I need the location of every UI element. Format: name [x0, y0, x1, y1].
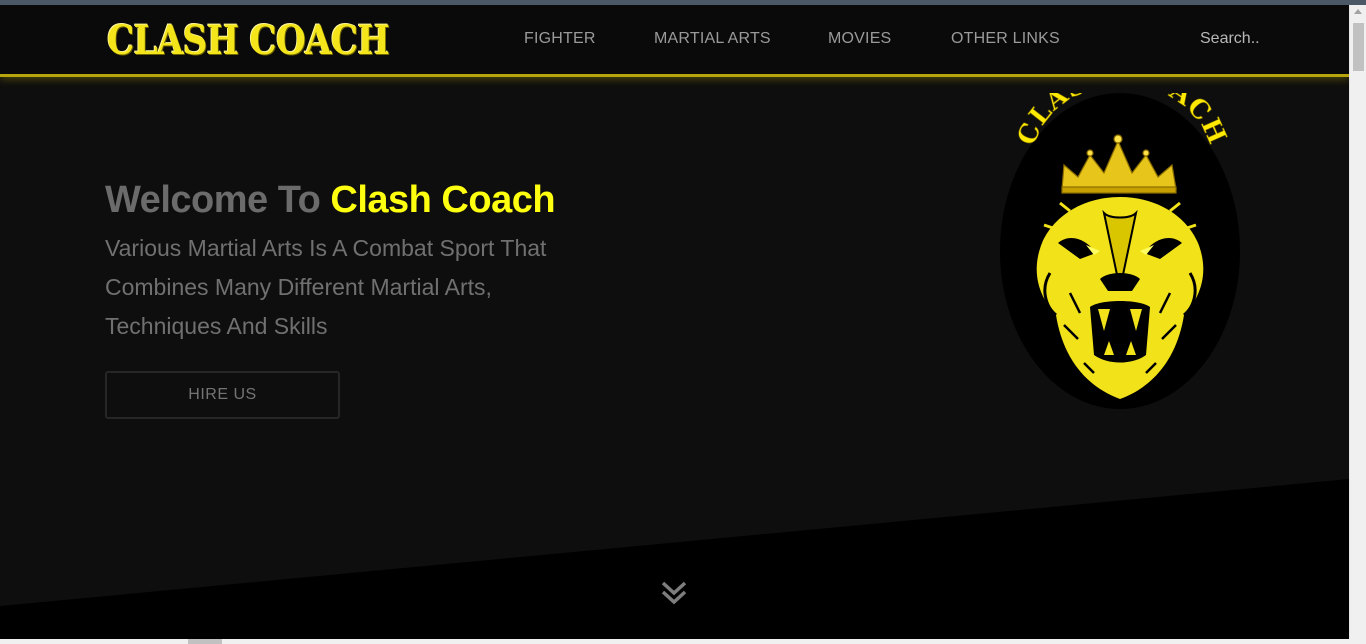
hero-description: Various Martial Arts Is A Combat Sport T… [105, 235, 547, 339]
chevrons-down-icon[interactable] [659, 577, 689, 607]
nav-item-movies[interactable]: MOVIES [828, 30, 891, 48]
horizontal-scrollbar[interactable] [0, 639, 1366, 644]
search-input[interactable] [1190, 25, 1300, 53]
scrollbar-thumb[interactable] [1353, 23, 1364, 71]
nav-item-other-links[interactable]: OTHER LINKS [951, 30, 1060, 48]
navbar: CLASH COACH FIGHTER MARTIAL ARTS MOVIES … [0, 5, 1349, 77]
hire-us-button[interactable]: HIRE US [105, 371, 340, 419]
site-logo[interactable]: CLASH COACH [107, 18, 390, 64]
scroll-up-icon[interactable] [1354, 9, 1362, 14]
vertical-scrollbar[interactable] [1349, 5, 1366, 639]
lion-crown-icon: CLASH COACH [1000, 93, 1240, 409]
nav-item-fighter[interactable]: FIGHTER [524, 30, 596, 48]
page: CLASH COACH FIGHTER MARTIAL ARTS MOVIES … [0, 5, 1349, 639]
hero-title-brand: Clash Coach [330, 179, 556, 221]
nav-item-martial-arts[interactable]: MARTIAL ARTS [654, 30, 771, 48]
horizontal-scrollbar-thumb[interactable] [188, 639, 222, 644]
hero-title: Welcome To Clash Coach [105, 179, 556, 222]
hero-title-prefix: Welcome To [105, 179, 321, 221]
